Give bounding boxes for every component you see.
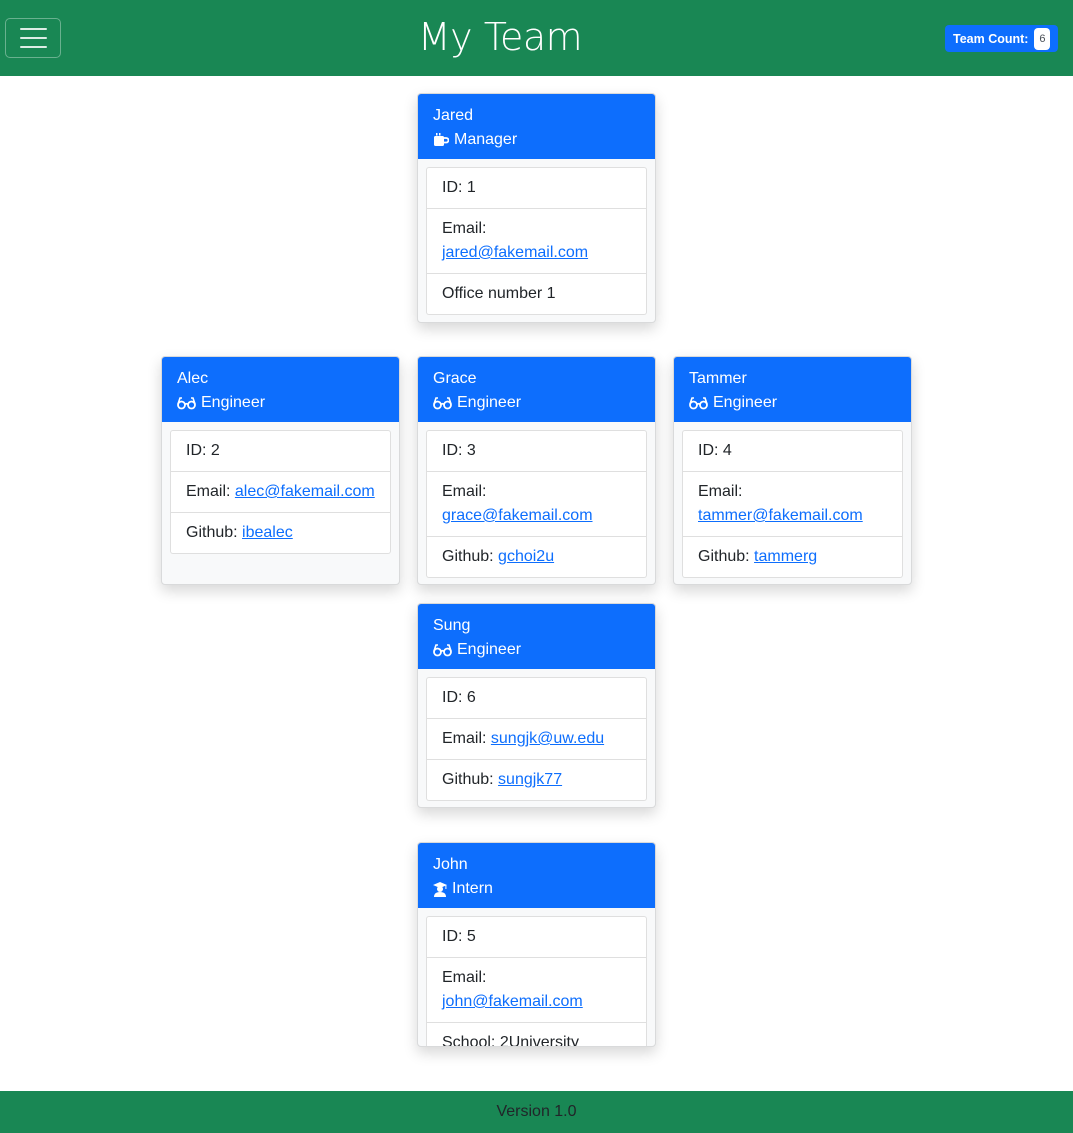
employee-card-alec: Alec Engineer ID: 2 Email: alec@fakemail…: [161, 356, 400, 585]
card-header: Tammer Engineer: [674, 357, 911, 422]
employee-details-list: ID: 6 Email: sungjk@uw.edu Github: sungj…: [426, 677, 647, 801]
employee-id: ID: 6: [442, 689, 476, 706]
github-row: Github: gchoi2u: [427, 536, 646, 577]
github-row: Github: ibealec: [171, 512, 390, 553]
github-row: Github: tammerg: [683, 536, 902, 577]
employee-role: Engineer: [201, 394, 266, 411]
email-label: Email:: [442, 483, 487, 500]
employee-card-jared: Jared Manager ID: 1 Email: jared@fakemai…: [417, 93, 656, 323]
card-header: Alec Engineer: [162, 357, 399, 422]
github-link[interactable]: sungjk77: [498, 771, 562, 788]
card-header: Grace Engineer: [418, 357, 655, 422]
card-header: Sung Engineer: [418, 604, 655, 669]
employee-id: ID: 5: [442, 928, 476, 945]
glasses-icon: [433, 643, 452, 657]
employee-role: Intern: [452, 880, 493, 897]
page-title: My Team: [417, 15, 583, 59]
glasses-icon: [177, 396, 196, 410]
employee-email-row: Email: jared@fakemail.com: [427, 208, 646, 273]
graduate-icon: [433, 881, 447, 897]
card-header: John Intern: [418, 843, 655, 908]
employee-name: Grace: [433, 370, 477, 387]
github-label: Github:: [442, 548, 494, 565]
email-label: Email:: [442, 969, 487, 986]
card-header: Jared Manager: [418, 94, 655, 159]
email-label: Email:: [698, 483, 743, 500]
employee-email-row: Email: grace@fakemail.com: [427, 471, 646, 536]
employee-card-grace: Grace Engineer ID: 3 Email: grace@fakema…: [417, 356, 656, 585]
employee-details-list: ID: 5 Email: john@fakemail.com School: 2…: [426, 916, 647, 1046]
employee-name: Sung: [433, 617, 471, 634]
employee-role: Engineer: [457, 641, 522, 658]
glasses-icon: [433, 396, 452, 410]
email-link[interactable]: jared@fakemail.com: [442, 244, 588, 261]
navbar: My Team Team Count: 6: [0, 0, 1073, 76]
employee-role: Engineer: [457, 394, 522, 411]
version-text: Version 1.0: [496, 1103, 577, 1120]
team-count-badge: Team Count: 6: [945, 25, 1058, 52]
employee-name: Alec: [177, 370, 209, 387]
mug-icon: [433, 133, 449, 147]
employee-details-list: ID: 1 Email: jared@fakemail.com Office n…: [426, 167, 647, 315]
employee-id: ID: 4: [698, 442, 732, 459]
employee-role: Engineer: [713, 394, 778, 411]
github-row: Github: sungjk77: [427, 759, 646, 800]
email-link[interactable]: grace@fakemail.com: [442, 507, 593, 524]
github-label: Github:: [442, 771, 494, 788]
email-label: Email:: [442, 730, 487, 747]
email-link[interactable]: tammer@fakemail.com: [698, 507, 863, 524]
github-link[interactable]: ibealec: [242, 524, 293, 541]
employee-card-tammer: Tammer Engineer ID: 4 Email: tammer@fake…: [673, 356, 912, 585]
email-link[interactable]: john@fakemail.com: [442, 993, 583, 1010]
employee-details-list: ID: 2 Email: alec@fakemail.com Github: i…: [170, 430, 391, 554]
email-link[interactable]: alec@fakemail.com: [235, 483, 375, 500]
employee-name: Tammer: [689, 370, 747, 387]
employee-card-john: John Intern ID: 5 Email: john@fakemail.c…: [417, 842, 656, 1047]
email-label: Email:: [442, 220, 487, 237]
employee-email-row: Email: tammer@fakemail.com: [683, 471, 902, 536]
employee-id: ID: 1: [442, 179, 476, 196]
github-label: Github:: [186, 524, 238, 541]
team-count-label: Team Count:: [953, 31, 1029, 46]
employee-id: ID: 2: [186, 442, 220, 459]
employee-name: John: [433, 856, 468, 873]
employee-name: Jared: [433, 107, 474, 124]
email-label: Email:: [186, 483, 231, 500]
team-count-value: 6: [1034, 27, 1051, 50]
employee-email-row: Email: john@fakemail.com: [427, 957, 646, 1022]
glasses-icon: [689, 396, 708, 410]
employee-details-list: ID: 3 Email: grace@fakemail.com Github: …: [426, 430, 647, 578]
employee-card-sung: Sung Engineer ID: 6 Email: sungjk@uw.edu…: [417, 603, 656, 808]
github-link[interactable]: gchoi2u: [498, 548, 554, 565]
employee-email-row: Email: alec@fakemail.com: [171, 471, 390, 512]
employee-role: Manager: [454, 131, 518, 148]
employee-email-row: Email: sungjk@uw.edu: [427, 718, 646, 759]
employee-details-list: ID: 4 Email: tammer@fakemail.com Github:…: [682, 430, 903, 578]
github-label: Github:: [698, 548, 750, 565]
github-link[interactable]: tammerg: [754, 548, 817, 565]
employee-id: ID: 3: [442, 442, 476, 459]
footer: Version 1.0: [0, 1091, 1073, 1133]
email-link[interactable]: sungjk@uw.edu: [491, 730, 604, 747]
school: School: 2University: [427, 1022, 646, 1046]
office-number: Office number 1: [427, 273, 646, 314]
